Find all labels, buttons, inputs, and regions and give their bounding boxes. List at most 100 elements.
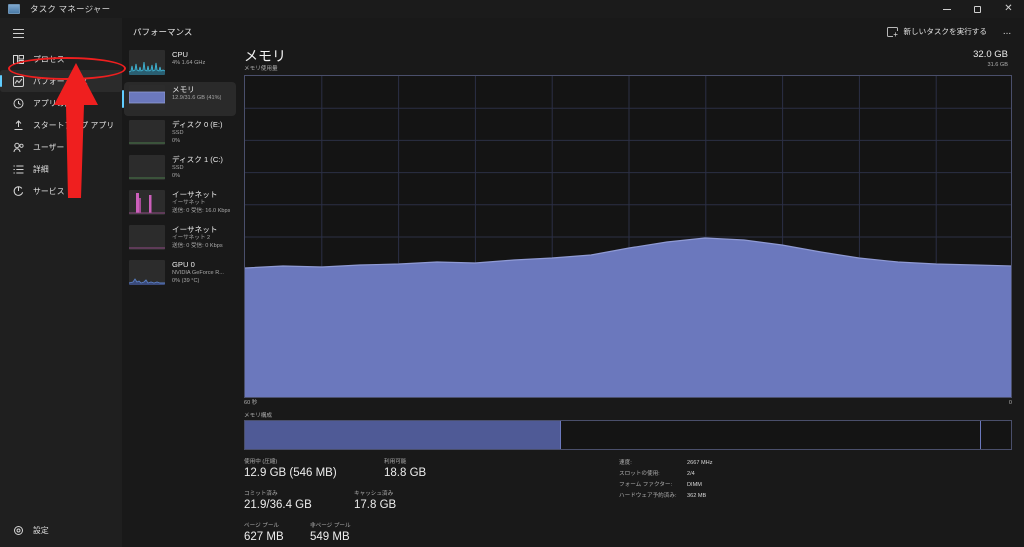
spec-hardware-reserved: ハードウェア予約済み: 362 MB	[619, 491, 713, 502]
memory-stats: 使用中 (圧縮) 12.9 GB (546 MB) 利用可能 18.8 GB コ…	[244, 458, 1024, 547]
command-bar: パフォーマンス 新しいタスクを実行する ...	[122, 18, 1024, 45]
sidebar-item-startup-apps[interactable]: スタートアップ アプリ	[0, 114, 122, 136]
resource-item-text: イーサネット イーサネット 2 送信: 0 受信: 0 Kbps	[172, 225, 223, 256]
memory-detail-panel: メモリ メモリ使用量 32.0 GB 31.6 GB 60 秒 0 メモリ構成 …	[238, 45, 1024, 547]
sidebar-item-details[interactable]: 詳細	[0, 158, 122, 180]
users-icon	[13, 142, 24, 153]
stat-caption: ページ プール	[244, 523, 280, 529]
sidebar: プロセス パフォーマンス アプリの履歴 スタートアップ アプリ ユーザー 詳細 …	[0, 18, 122, 547]
resource-item-ethernet-2[interactable]: イーサネット イーサネット 2 送信: 0 受信: 0 Kbps	[124, 222, 236, 256]
resource-name: メモリ	[172, 85, 195, 94]
title-bar: タスク マネージャー ✕	[0, 0, 1024, 18]
spec-speed: 速度: 2667 MHz	[619, 458, 713, 469]
spec-form-factor: フォーム ファクター: DIMM	[619, 480, 713, 491]
stat-committed: コミット済み 21.9/36.4 GB	[244, 490, 312, 513]
resource-sub: イーサネット 2	[172, 235, 211, 241]
sidebar-item-app-history[interactable]: アプリの履歴	[0, 92, 122, 114]
resource-item-memory[interactable]: メモリ 12.9/31.6 GB (41%)	[122, 82, 236, 116]
resource-item-text: ディスク 0 (E:) SSD 0%	[172, 120, 223, 151]
sidebar-item-label: アプリの履歴	[33, 98, 81, 108]
resource-name: CPU	[172, 50, 189, 59]
memory-composition-label: メモリ構成	[244, 413, 272, 419]
resource-sub: NVIDIA GeForce R...	[172, 270, 224, 276]
stat-paged-pool: ページ プール 627 MB	[244, 522, 284, 545]
close-icon[interactable]: ✕	[993, 0, 1024, 18]
memory-total: 32.0 GB	[973, 49, 1008, 60]
new-task-icon	[887, 26, 899, 39]
run-new-task-label: 新しいタスクを実行する	[903, 27, 987, 36]
cpu-sparkline	[129, 50, 165, 75]
memory-title: メモリ	[244, 48, 286, 64]
resource-item-text: GPU 0 NVIDIA GeForce R... 0% (39 °C)	[172, 260, 224, 291]
resource-name: ディスク 0 (E:)	[172, 120, 223, 129]
stat-nonpaged-pool: 非ページ プール 549 MB	[310, 522, 351, 545]
resource-item-ethernet-1[interactable]: イーサネット イーサネット 送信: 0 受信: 16.0 Kbps	[124, 187, 236, 221]
app-history-icon	[13, 98, 24, 109]
resource-sub: 4% 1.64 GHz	[172, 60, 206, 66]
resource-item-gpu0[interactable]: GPU 0 NVIDIA GeForce R... 0% (39 °C)	[124, 257, 236, 291]
hamburger-icon[interactable]	[0, 18, 122, 48]
resource-item-disk0[interactable]: ディスク 0 (E:) SSD 0%	[124, 117, 236, 151]
disk-flat	[129, 120, 165, 145]
sidebar-item-users[interactable]: ユーザー	[0, 136, 122, 158]
more-options-icon[interactable]: ...	[996, 22, 1018, 41]
memory-composition-bar[interactable]	[244, 420, 1012, 450]
sidebar-item-label: 設定	[33, 525, 49, 535]
startup-apps-icon	[13, 119, 24, 131]
spec-slots-used: スロットの使用: 2/4	[619, 469, 713, 480]
resource-name: ディスク 1 (C:)	[172, 155, 223, 164]
sidebar-item-label: 詳細	[33, 164, 49, 174]
stat-caption: 利用可能	[384, 459, 407, 465]
minimize-icon[interactable]	[931, 0, 962, 18]
details-icon	[13, 164, 24, 175]
stat-value: 627 MB	[244, 531, 284, 543]
composition-segment-inuse	[245, 421, 560, 449]
sidebar-item-settings[interactable]: 設定	[0, 519, 122, 541]
resource-sub: 0%	[172, 172, 181, 179]
composition-segment-available	[561, 421, 980, 449]
sidebar-item-performance[interactable]: パフォーマンス	[0, 70, 122, 92]
maximize-icon[interactable]	[962, 0, 993, 18]
sidebar-item-processes[interactable]: プロセス	[0, 48, 122, 70]
memory-usage-graph	[244, 75, 1012, 397]
performance-icon	[13, 75, 24, 87]
services-icon	[13, 185, 24, 197]
ethernet-spikes	[129, 190, 165, 215]
gear-icon	[13, 525, 24, 536]
resource-item-cpu[interactable]: CPU 4% 1.64 GHz	[124, 47, 236, 81]
stat-in-use: 使用中 (圧縮) 12.9 GB (546 MB)	[244, 458, 337, 481]
sidebar-item-label: サービス	[33, 186, 65, 196]
resource-list: CPU 4% 1.64 GHz メモリ 12.9/31.6 GB (41%) デ	[122, 45, 238, 547]
spec-key: ハードウェア予約済み:	[619, 493, 677, 499]
axis-label-left: 60 秒	[244, 400, 258, 406]
stat-caption: コミット済み	[244, 491, 278, 497]
stat-value: 12.9 GB (546 MB)	[244, 467, 337, 479]
stat-available: 利用可能 18.8 GB	[384, 458, 426, 481]
resource-item-text: イーサネット イーサネット 送信: 0 受信: 16.0 Kbps	[172, 190, 230, 221]
memory-graph-axis: 60 秒 0	[244, 397, 1012, 409]
resource-item-disk1[interactable]: ディスク 1 (C:) SSD 0%	[124, 152, 236, 186]
resource-sub: 0% (39 °C)	[172, 277, 200, 284]
stat-caption: 非ページ プール	[310, 523, 351, 529]
run-new-task-button[interactable]: 新しいタスクを実行する	[880, 22, 994, 41]
memory-usage-chart: 60 秒 0	[244, 75, 1012, 409]
memory-scale-max: 31.6 GB	[987, 62, 1008, 68]
resource-sub: イーサネット	[172, 200, 206, 206]
stat-caption: 使用中 (圧縮)	[244, 459, 278, 465]
task-manager-window: タスク マネージャー ✕ プロセス パフォーマンス アプリの履歴 スタートアップ…	[0, 0, 1024, 547]
stat-value: 549 MB	[310, 531, 350, 543]
memory-bar	[129, 85, 165, 110]
memory-header: メモリ メモリ使用量 32.0 GB 31.6 GB	[238, 45, 1024, 75]
gpu-sparkline	[129, 260, 165, 285]
processes-icon	[13, 54, 24, 65]
page-title: パフォーマンス	[133, 26, 193, 37]
stat-value: 18.8 GB	[384, 467, 427, 479]
memory-graph-svg	[245, 76, 1011, 397]
resource-sub: SSD	[172, 165, 184, 171]
sidebar-item-label: ユーザー	[33, 142, 65, 152]
memory-specs: 速度: 2667 MHz スロットの使用: 2/4 フォーム ファクター: DI…	[619, 458, 713, 502]
resource-name: イーサネット	[172, 190, 218, 199]
sidebar-item-services[interactable]: サービス	[0, 180, 122, 202]
spec-value: DIMM	[687, 482, 702, 488]
resource-sub: 送信: 0 受信: 16.0 Kbps	[172, 207, 231, 214]
